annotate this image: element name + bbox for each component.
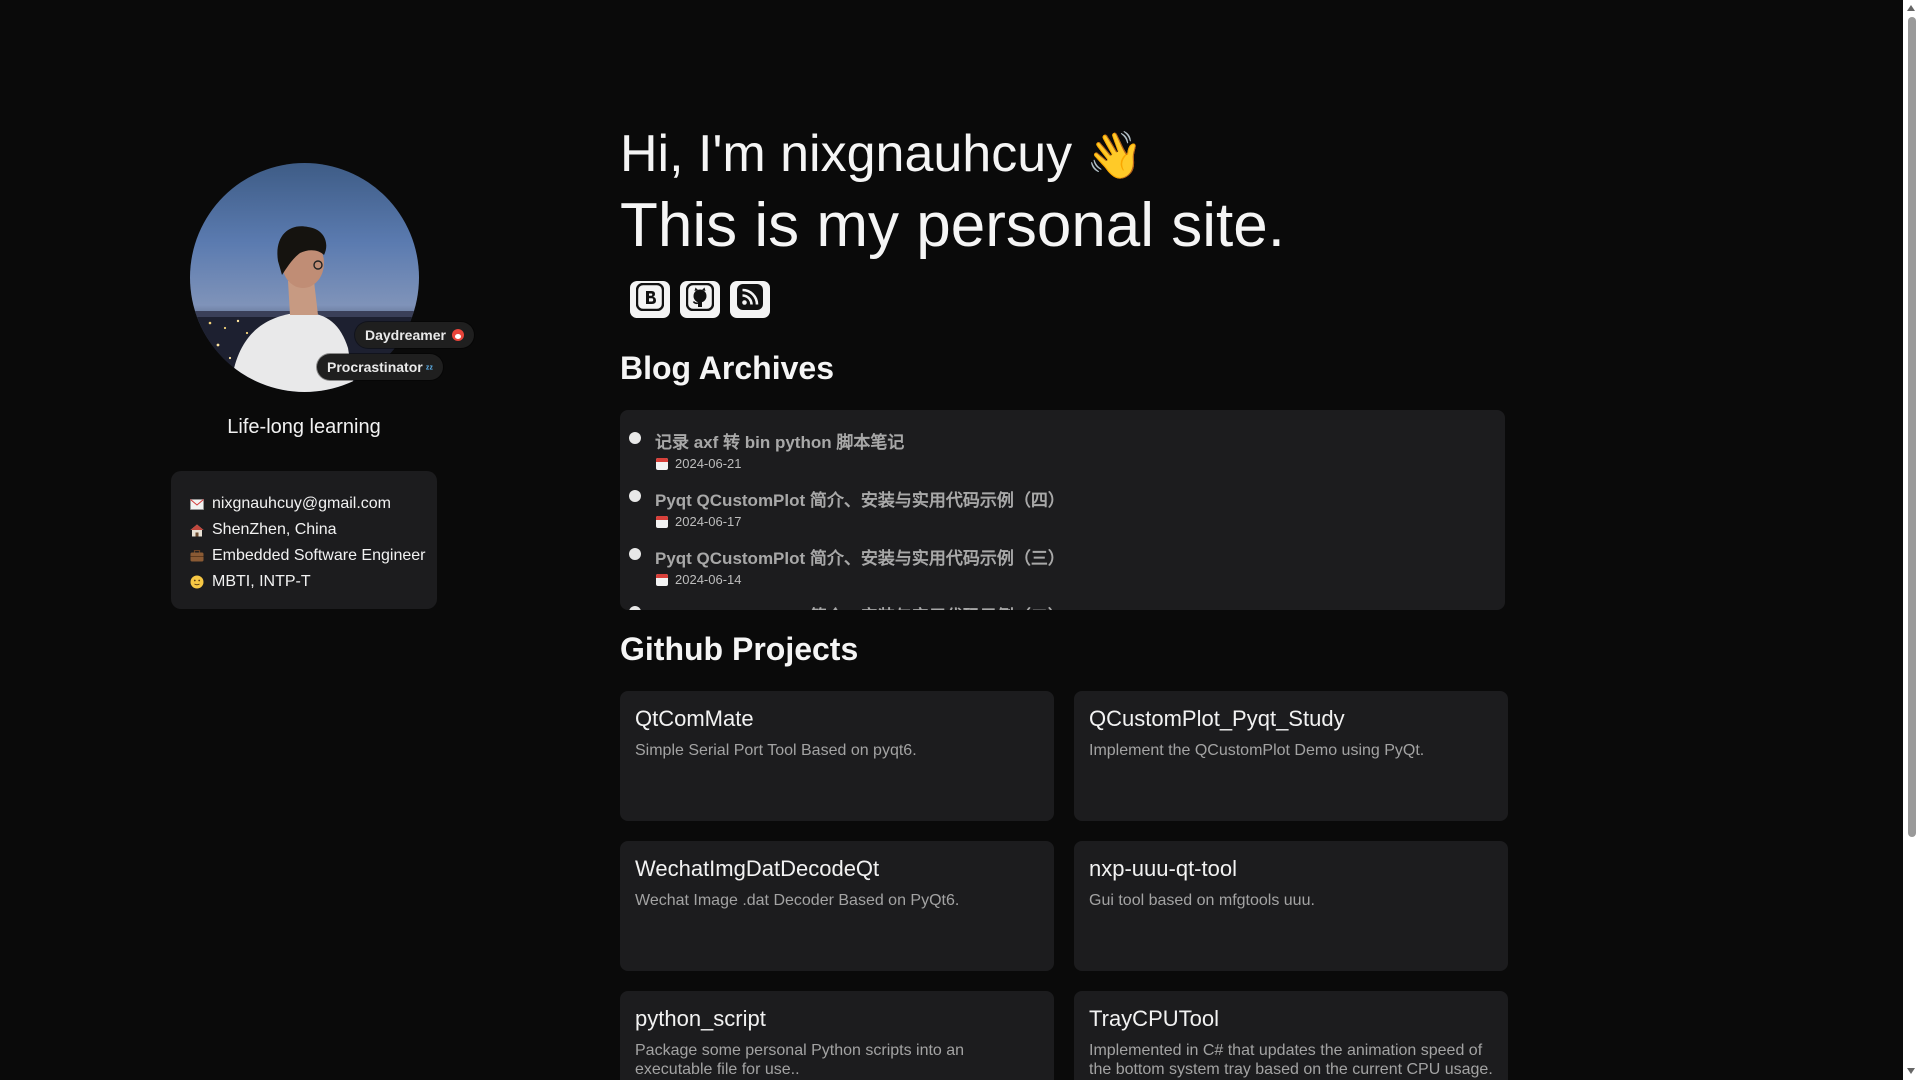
bullet-icon (629, 606, 641, 610)
house-icon (189, 523, 204, 537)
profile-motto: Life-long learning (227, 416, 381, 438)
blog-post-title[interactable]: Pyqt QCustomPlot 简介、安装与实用代码示例（三） (655, 544, 1065, 569)
project-card[interactable]: nxp-uuu-qt-tool Gui tool based on mfgtoo… (1074, 841, 1508, 971)
rss-link[interactable] (730, 281, 770, 318)
hero-subtitle: This is my personal site. (620, 191, 1285, 260)
project-card[interactable]: WechatImgDatDecodeQt Wechat Image .dat D… (620, 841, 1054, 971)
hero-greeting: Hi, I'm nixgnauhcuy 👋 (620, 124, 1143, 184)
github-icon (685, 282, 715, 316)
project-name[interactable]: nxp-uuu-qt-tool (1089, 856, 1493, 882)
blogger-link[interactable] (630, 281, 670, 318)
tongue-face-emoji-icon (449, 329, 465, 343)
info-location-text: ShenZhen, China (212, 521, 337, 538)
blog-archives-list[interactable]: 记录 axf 转 bin python 脚本笔记 2024-06-21 Pyqt… (620, 410, 1505, 610)
bullet-icon (629, 548, 641, 560)
project-name[interactable]: TrayCPUTool (1089, 1006, 1493, 1032)
briefcase-icon (189, 549, 204, 563)
project-card[interactable]: TrayCPUTool Implemented in C# that updat… (1074, 991, 1508, 1080)
scroll-down-arrow-icon[interactable] (1907, 1068, 1915, 1074)
blog-post-title[interactable]: 记录 axf 转 bin python 脚本笔记 (655, 428, 904, 453)
project-description: Simple Serial Port Tool Based on pyqt6. (635, 742, 917, 759)
social-links (630, 281, 770, 318)
project-name[interactable]: python_script (635, 1006, 1039, 1032)
info-mbti: MBTI, INTP-T (189, 569, 437, 595)
info-location: ShenZhen, China (189, 517, 437, 543)
blog-archives-heading: Blog Archives (620, 350, 834, 386)
blog-post-item[interactable]: Pyqt QCustomPlot 简介、安装与实用代码示例（三） 2024-06… (620, 526, 1505, 587)
bullet-icon (629, 432, 641, 444)
project-card[interactable]: python_script Package some personal Pyth… (620, 991, 1054, 1080)
hero-greeting-text: Hi, I'm nixgnauhcuy (620, 125, 1073, 183)
scrollbar-thumb[interactable] (1908, 17, 1916, 837)
page: Daydreamer Procrastinator ᶻᶻ Life-long le… (0, 0, 1920, 1080)
waving-hand-icon: 👋 (1086, 129, 1144, 181)
project-name[interactable]: WechatImgDatDecodeQt (635, 856, 1039, 882)
project-name[interactable]: QCustomPlot_Pyqt_Study (1089, 706, 1493, 732)
project-card[interactable]: QtComMate Simple Serial Port Tool Based … (620, 691, 1054, 821)
blogger-icon (635, 282, 665, 316)
zzz-emoji-icon: ᶻᶻ (425, 364, 433, 375)
scroll-up-arrow-icon[interactable] (1907, 5, 1915, 11)
tag-daydreamer-label: Daydreamer (365, 327, 446, 343)
project-description: Implement the QCustomPlot Demo using PyQ… (1089, 742, 1425, 759)
info-email-text: nixgnauhcuy@gmail.com (212, 495, 391, 512)
blog-post-item[interactable]: 记录 axf 转 bin python 脚本笔记 2024-06-21 (620, 410, 1505, 471)
github-projects-heading: Github Projects (620, 631, 859, 667)
blog-post-title[interactable]: Pyqt QCustomPlot 简介、安装与实用代码示例（四） (655, 486, 1065, 511)
project-card[interactable]: QCustomPlot_Pyqt_Study Implement the QCu… (1074, 691, 1508, 821)
blog-post-item[interactable]: Pyqt QCustomPlot 简介、安装与实用代码示例（二） (620, 584, 1505, 610)
github-link[interactable] (680, 281, 720, 318)
profile-info-card: nixgnauhcuy@gmail.com ShenZhen, China Em… (171, 471, 437, 609)
info-job-text: Embedded Software Engineer (212, 547, 426, 564)
smiley-icon (189, 575, 204, 589)
project-description: Implemented in C# that updates the anima… (1089, 1042, 1493, 1078)
project-description: Package some personal Python scripts int… (635, 1042, 965, 1078)
daydreamer-tag: Daydreamer (355, 322, 475, 348)
info-email: nixgnauhcuy@gmail.com (189, 491, 437, 517)
info-mbti-text: MBTI, INTP-T (212, 573, 311, 590)
blog-post-item[interactable]: Pyqt QCustomPlot 简介、安装与实用代码示例（四） 2024-06… (620, 468, 1505, 529)
tag-procrastinator-label: Procrastinator (327, 359, 423, 375)
project-name[interactable]: QtComMate (635, 706, 1039, 732)
info-job: Embedded Software Engineer (189, 543, 437, 569)
envelope-icon (189, 497, 204, 511)
project-description: Wechat Image .dat Decoder Based on PyQt6… (635, 892, 960, 909)
page-scrollbar[interactable] (1903, 0, 1920, 1080)
blog-post-title[interactable]: Pyqt QCustomPlot 简介、安装与实用代码示例（二） (655, 602, 1065, 610)
rss-icon (736, 283, 764, 316)
project-description: Gui tool based on mfgtools uuu. (1089, 892, 1315, 909)
bullet-icon (629, 490, 641, 502)
procrastinator-tag: Procrastinator ᶻᶻ (317, 354, 443, 380)
